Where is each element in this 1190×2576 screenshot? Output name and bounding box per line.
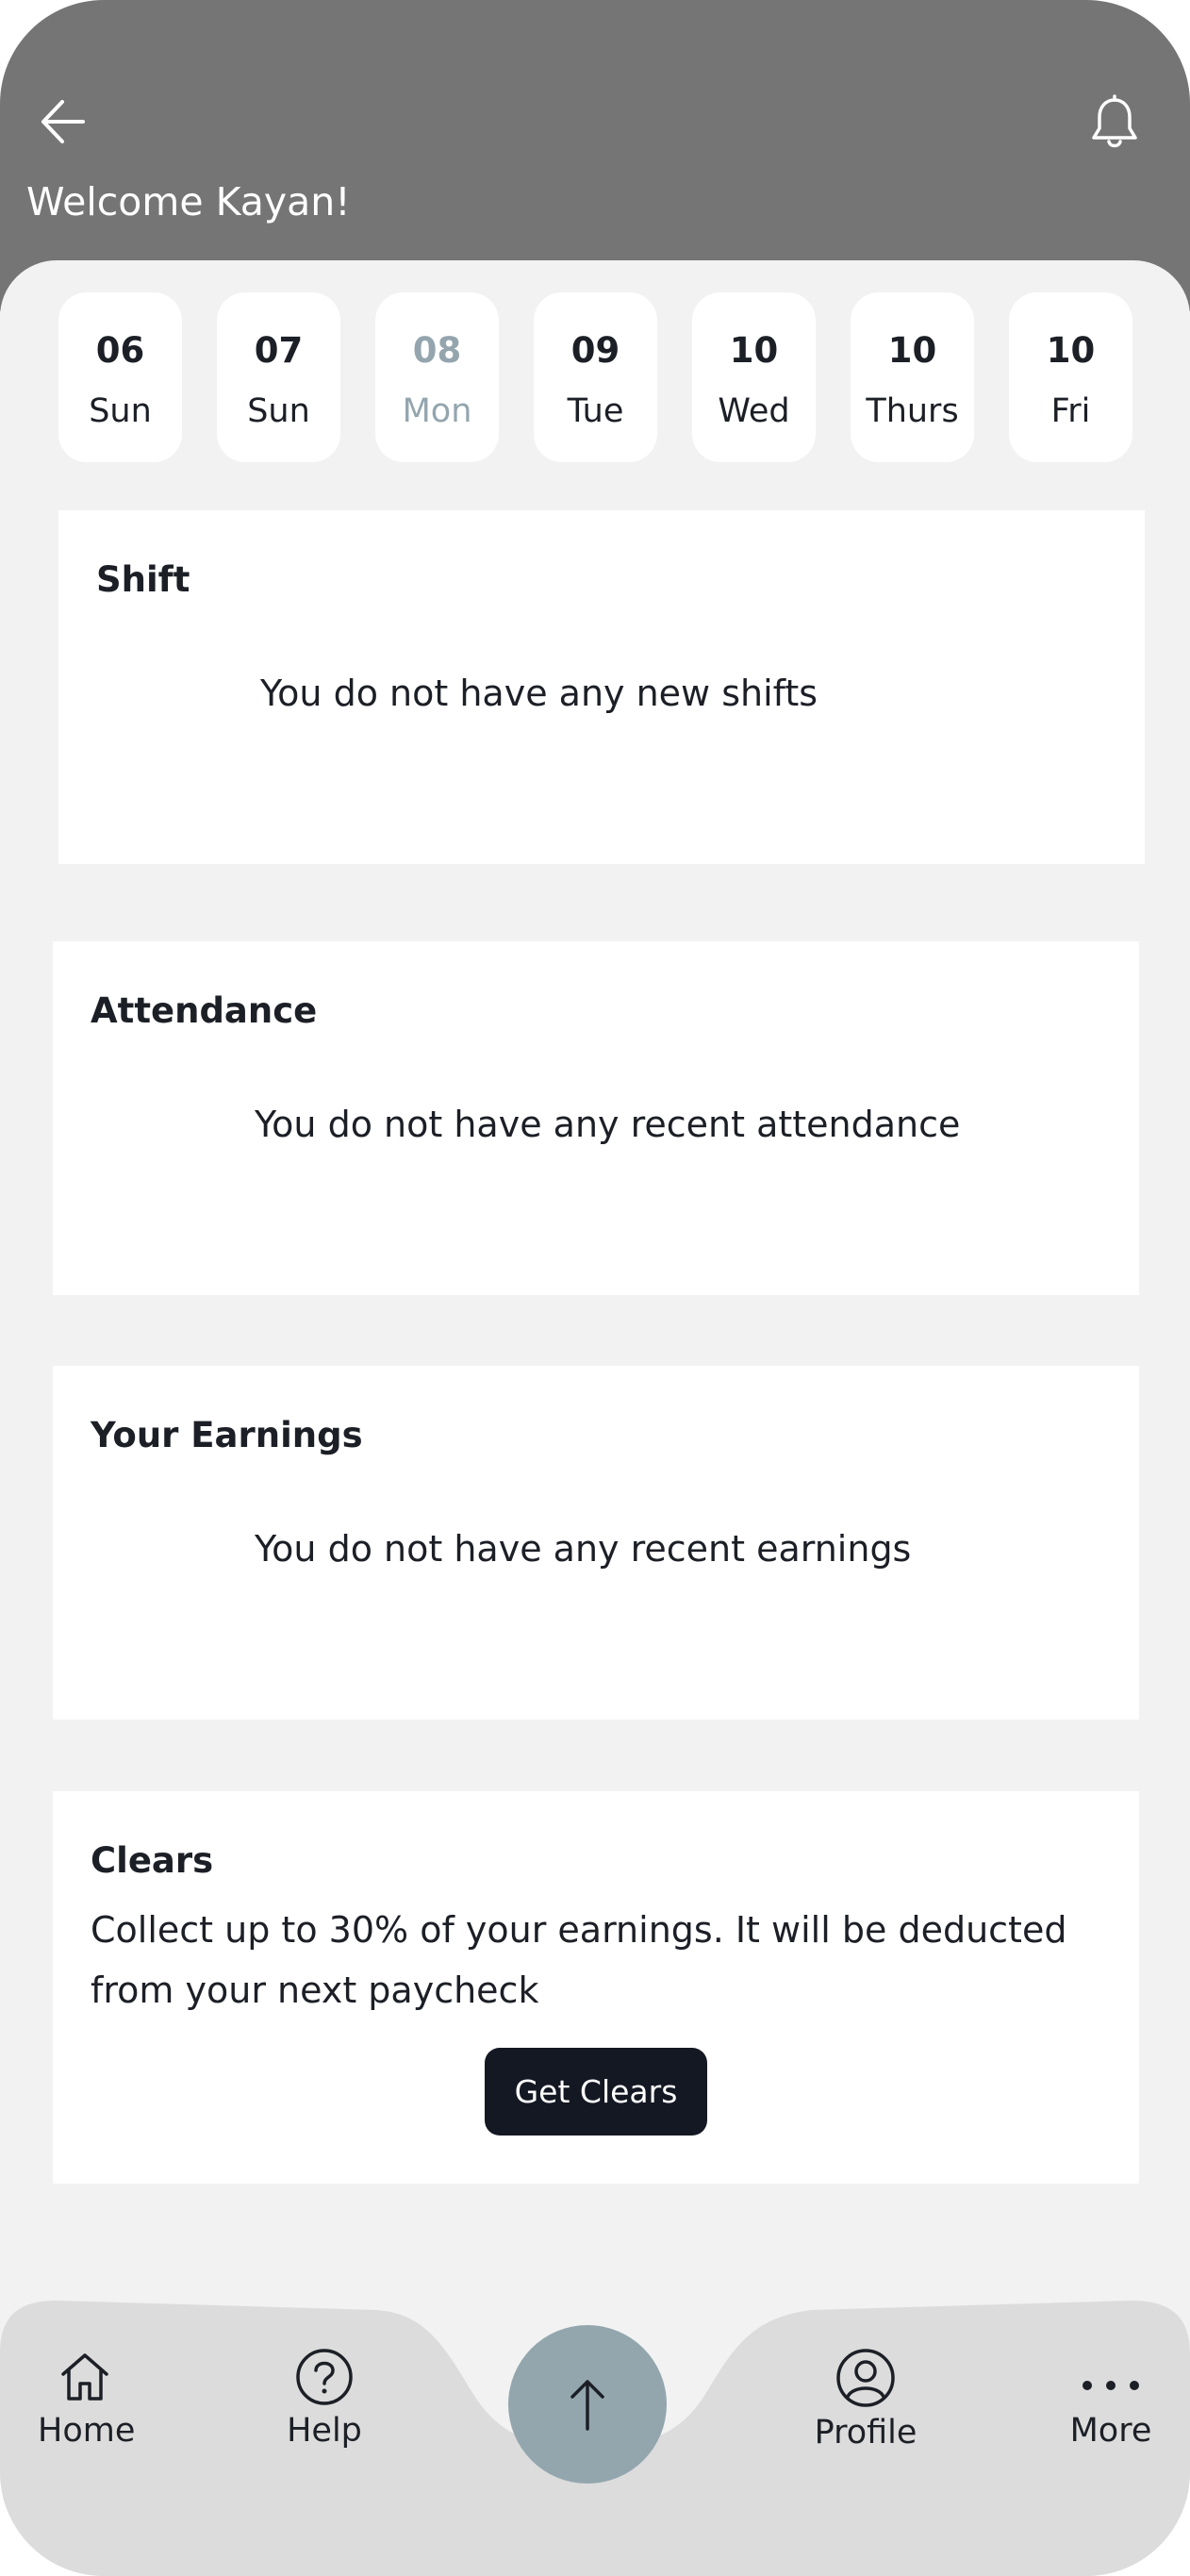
date-day: Tue — [567, 392, 624, 430]
date-number: 06 — [95, 330, 145, 371]
date-card-10-wed[interactable]: 10 Wed — [692, 292, 816, 462]
date-day: Thurs — [866, 392, 959, 430]
date-day: Sun — [247, 392, 310, 430]
upload-fab-button[interactable] — [508, 2325, 667, 2484]
more-dots-icon — [1083, 2381, 1139, 2390]
date-day: Fri — [1050, 392, 1091, 430]
nav-home[interactable]: Home — [38, 2348, 136, 2450]
clears-title: Clears — [91, 1840, 214, 1881]
shift-empty-message: You do not have any new shifts — [260, 673, 818, 714]
arrow-up-icon — [570, 2380, 604, 2431]
nav-home-label: Home — [38, 2412, 136, 2450]
date-number: 10 — [887, 330, 937, 371]
earnings-empty-message: You do not have any recent earnings — [255, 1528, 912, 1570]
clears-description: Collect up to 30% of your earnings. It w… — [91, 1909, 1067, 2011]
shift-title: Shift — [96, 559, 190, 600]
date-day: Sun — [89, 392, 152, 430]
date-number: 10 — [1046, 330, 1096, 371]
welcome-title: Welcome Kayan! — [26, 179, 351, 224]
date-card-10-fri[interactable]: 10 Fri — [1009, 292, 1132, 462]
profile-icon — [836, 2349, 895, 2407]
nav-profile-label: Profile — [814, 2414, 917, 2451]
date-number: 09 — [570, 330, 620, 371]
attendance-empty-message: You do not have any recent attendance — [255, 1104, 961, 1145]
nav-profile[interactable]: Profile — [809, 2348, 922, 2451]
help-icon — [296, 2349, 353, 2405]
attendance-title: Attendance — [91, 990, 318, 1031]
nav-help[interactable]: Help — [277, 2348, 372, 2450]
date-day: Wed — [718, 392, 790, 430]
earnings-card: Your Earnings You do not have any recent… — [53, 1366, 1139, 1720]
clears-card: Clears Collect up to 30% of your earning… — [53, 1791, 1139, 2184]
date-card-07[interactable]: 07 Sun — [217, 292, 340, 462]
bell-icon[interactable] — [1084, 92, 1145, 153]
date-number: 10 — [729, 330, 779, 371]
shift-card: Shift You do not have any new shifts — [58, 510, 1145, 864]
nav-more[interactable]: More — [1064, 2348, 1158, 2450]
phone-screen: Welcome Kayan! 06 Sun 07 Sun 08 Mon 09 T… — [0, 0, 1190, 2576]
nav-more-label: More — [1069, 2412, 1152, 2450]
back-arrow-icon[interactable] — [36, 92, 92, 149]
date-card-09[interactable]: 09 Tue — [534, 292, 657, 462]
nav-help-label: Help — [287, 2412, 362, 2450]
date-day: Mon — [402, 392, 472, 430]
date-number: 08 — [412, 330, 462, 371]
home-icon — [61, 2353, 108, 2401]
date-number: 07 — [254, 330, 304, 371]
date-card-08[interactable]: 08 Mon — [375, 292, 499, 462]
main-content: 06 Sun 07 Sun 08 Mon 09 Tue 10 Wed 10 Th… — [0, 260, 1190, 2576]
earnings-title: Your Earnings — [91, 1415, 363, 1455]
date-card-06[interactable]: 06 Sun — [58, 292, 182, 462]
attendance-card: Attendance You do not have any recent at… — [53, 941, 1139, 1295]
date-card-10-thurs[interactable]: 10 Thurs — [851, 292, 974, 462]
get-clears-button[interactable]: Get Clears — [485, 2048, 707, 2136]
